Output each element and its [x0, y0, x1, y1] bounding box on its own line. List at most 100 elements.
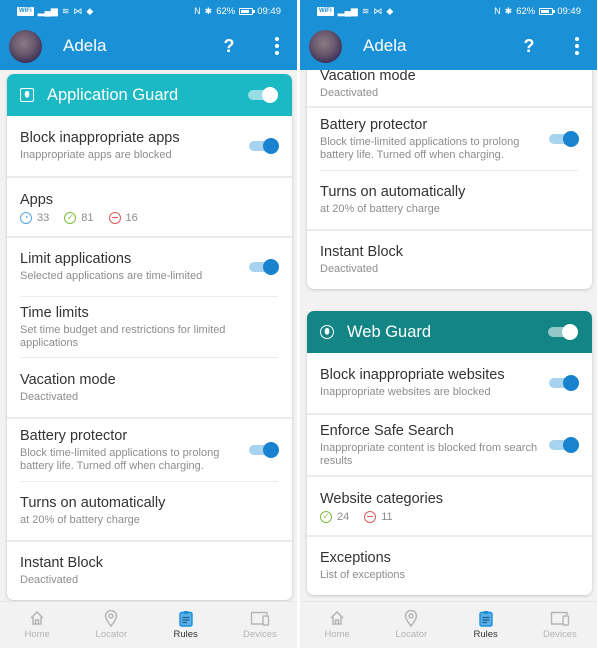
row-subtitle: at 20% of battery charge — [320, 203, 440, 216]
row-title: Battery protector — [320, 116, 428, 133]
exceptions-row[interactable]: Exceptions List of exceptions — [307, 537, 592, 595]
turns-on-automatically-row[interactable]: Turns on automatically at 20% of battery… — [307, 171, 592, 229]
row-title: Vacation mode — [320, 70, 416, 85]
nav-label: Rules — [173, 629, 198, 640]
nav-home[interactable]: Home — [0, 602, 74, 648]
location-icon: ◆ — [386, 6, 394, 16]
clock: 09:49 — [557, 5, 581, 17]
application-guard-card: Vacation mode Deactivated Battery protec… — [307, 70, 592, 289]
nav-label: Home — [324, 629, 350, 640]
nav-locator[interactable]: Locator — [74, 602, 148, 648]
home-icon — [29, 610, 45, 626]
nav-label: Devices — [242, 629, 277, 640]
wifi-icon: ≋ — [61, 6, 70, 16]
top-bar: WiFi ▂▄▆ ≋ ⋈ ◆ N ✱ 62% 09:49 Adela ? — [300, 0, 597, 70]
wifi-calling-icon: WiFi — [17, 6, 34, 16]
web-guard-toggle[interactable] — [548, 323, 578, 341]
nav-home[interactable]: Home — [300, 602, 374, 648]
nav-devices[interactable]: Devices — [223, 602, 297, 648]
row-title: Block inappropriate websites — [320, 367, 505, 384]
app-bar: Adela ? — [0, 22, 297, 70]
apps-counts: ◔ 33 ✓ 81 16 — [20, 211, 279, 224]
nav-rules[interactable]: Rules — [149, 602, 223, 648]
block-websites-toggle[interactable] — [549, 374, 579, 392]
nav-devices[interactable]: Devices — [523, 602, 597, 648]
check-circle-icon: ✓ — [64, 211, 77, 224]
bottom-navigation: Home Locator Rules Devices — [0, 601, 297, 648]
battery-percent: 62% — [216, 5, 236, 17]
location-pin-icon — [104, 609, 118, 627]
nav-label: Home — [24, 629, 50, 640]
limit-applications-toggle[interactable] — [249, 258, 279, 276]
top-bar: WiFi ▂▄▆ ≋ ⋈ ◆ N ✱ 62% 09:49 Adela ? — [0, 0, 297, 70]
help-button[interactable]: ? — [517, 36, 541, 57]
row-title: Block inappropriate apps — [20, 130, 180, 147]
battery-percent: 62% — [516, 5, 536, 17]
website-categories-row[interactable]: Website categories ✓ 24 11 — [307, 477, 592, 535]
allowed-count: 81 — [81, 211, 94, 224]
row-subtitle: Block time-limited applications to prolo… — [20, 446, 220, 473]
enforce-safe-search-row[interactable]: Enforce Safe Search Inappropriate conten… — [307, 415, 592, 475]
more-options-icon[interactable] — [569, 37, 585, 55]
instant-block-row[interactable]: Instant Block Deactivated — [307, 231, 592, 289]
vacation-mode-row[interactable]: Vacation mode Deactivated — [307, 70, 592, 106]
block-apps-toggle[interactable] — [249, 137, 279, 155]
apps-row[interactable]: Apps ◔ 33 ✓ 81 16 — [7, 178, 292, 236]
web-guard-title: Web Guard — [347, 322, 432, 341]
row-title: Limit applications — [20, 251, 132, 268]
time-limits-row[interactable]: Time limits Set time budget and restrict… — [7, 297, 292, 357]
safe-search-toggle[interactable] — [549, 436, 579, 454]
row-subtitle: Deactivated — [320, 263, 379, 276]
rules-list[interactable]: ⬮ Application Guard Block inappropriate … — [0, 70, 297, 601]
wifi-icon: ≋ — [361, 6, 370, 16]
battery-protector-row[interactable]: Battery protector Block time-limited app… — [307, 108, 592, 170]
blocked-circle-icon — [364, 510, 377, 523]
application-guard-header[interactable]: ⬮ Application Guard — [7, 74, 292, 116]
nav-locator[interactable]: Locator — [374, 602, 448, 648]
more-options-icon[interactable] — [269, 37, 285, 55]
lock-icon: ⬮ — [20, 88, 34, 102]
vacation-mode-row[interactable]: Vacation mode Deactivated — [7, 358, 292, 417]
signal-icon: ▂▄▆ — [337, 6, 358, 16]
application-guard-toggle[interactable] — [248, 86, 278, 104]
row-title: Turns on automatically — [20, 495, 166, 512]
help-button[interactable]: ? — [217, 36, 241, 57]
turns-on-automatically-row[interactable]: Turns on automatically at 20% of battery… — [7, 482, 292, 540]
row-title: Time limits — [20, 304, 89, 321]
user-name: Adela — [363, 36, 407, 55]
categories-counts: ✓ 24 11 — [320, 510, 579, 523]
phone-screen-left: WiFi ▂▄▆ ≋ ⋈ ◆ N ✱ 62% 09:49 Adela ? ⬮ A… — [0, 0, 297, 648]
limit-applications-row[interactable]: Limit applications Selected applications… — [7, 238, 292, 296]
globe-lock-icon: ⬮ — [320, 325, 334, 339]
devices-icon — [550, 610, 570, 626]
bluetooth-icon: ✱ — [504, 6, 513, 16]
instant-block-row[interactable]: Instant Block Deactivated — [7, 542, 292, 600]
wifi-calling-icon: WiFi — [317, 6, 334, 16]
nav-label: Locator — [395, 629, 428, 640]
user-name: Adela — [63, 36, 107, 55]
blocked-count: 11 — [381, 510, 393, 523]
mail-icon: ⋈ — [373, 6, 383, 16]
battery-protector-row[interactable]: Battery protector Block time-limited app… — [7, 419, 292, 481]
web-guard-header[interactable]: ⬮ Web Guard — [307, 311, 592, 353]
block-inappropriate-websites-row[interactable]: Block inappropriate websites Inappropria… — [307, 353, 592, 413]
nav-rules[interactable]: Rules — [449, 602, 523, 648]
row-subtitle: List of exceptions — [320, 569, 405, 582]
block-inappropriate-apps-row[interactable]: Block inappropriate apps Inappropriate a… — [7, 116, 292, 176]
rules-list[interactable]: Vacation mode Deactivated Battery protec… — [300, 70, 597, 601]
blocked-count: 16 — [125, 211, 138, 224]
application-guard-title: Application Guard — [47, 85, 179, 104]
status-bar: WiFi ▂▄▆ ≋ ⋈ ◆ N ✱ 62% 09:49 — [0, 0, 297, 22]
row-title: Instant Block — [320, 244, 404, 261]
app-bar: Adela ? — [300, 22, 597, 70]
avatar[interactable] — [309, 29, 342, 63]
web-guard-card: ⬮ Web Guard Block inappropriate websites… — [307, 311, 592, 595]
avatar[interactable] — [9, 29, 42, 63]
location-icon: ◆ — [86, 6, 94, 16]
battery-protector-toggle[interactable] — [549, 130, 579, 148]
check-circle-icon: ✓ — [320, 510, 332, 523]
battery-protector-toggle[interactable] — [249, 441, 279, 459]
nfc-icon: N — [194, 6, 201, 16]
row-title: Exceptions — [320, 550, 391, 567]
clipboard-icon — [478, 610, 493, 627]
